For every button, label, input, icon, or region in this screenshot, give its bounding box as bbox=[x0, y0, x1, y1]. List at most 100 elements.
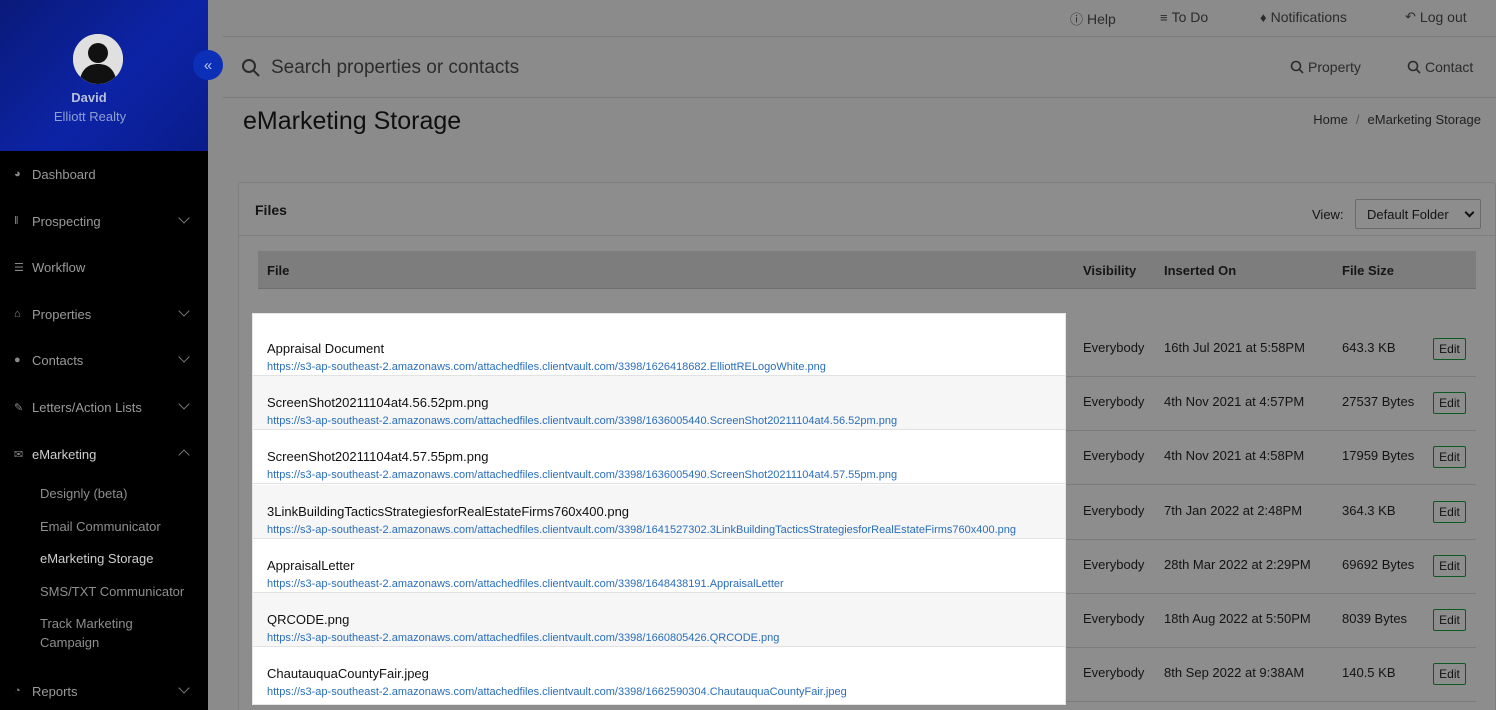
file-row: ScreenShot20211104at4.57.55pm.png https:… bbox=[253, 430, 1065, 484]
column-header-file-size[interactable]: File Size bbox=[1342, 263, 1394, 278]
sidebar-subitem-track-campaign[interactable]: Track Marketing Campaign bbox=[40, 614, 160, 652]
visibility-cell: Everybody bbox=[1083, 340, 1145, 355]
column-header-file[interactable]: File bbox=[267, 263, 289, 278]
visibility-cell: Everybody bbox=[1083, 557, 1145, 572]
inserted-cell: 4th Nov 2021 at 4:58PM bbox=[1164, 448, 1305, 463]
edit-button[interactable]: Edit bbox=[1433, 663, 1466, 685]
file-url-link[interactable]: https://s3-ap-southeast-2.amazonaws.com/… bbox=[267, 361, 826, 373]
breadcrumb-separator: / bbox=[1355, 112, 1360, 127]
home-icon: ⌂ bbox=[14, 308, 21, 320]
file-name: ChautauquaCountyFair.jpeg bbox=[267, 666, 429, 681]
breadcrumb-current: eMarketing Storage bbox=[1367, 112, 1481, 127]
user-name: David bbox=[71, 90, 107, 105]
file-name: Appraisal Document bbox=[267, 341, 385, 356]
visibility-cell: Everybody bbox=[1083, 503, 1145, 518]
file-url-link[interactable]: https://s3-ap-southeast-2.amazonaws.com/… bbox=[267, 632, 779, 644]
file-url-link[interactable]: https://s3-ap-southeast-2.amazonaws.com/… bbox=[267, 578, 784, 590]
file-name: 3LinkBuildingTacticsStrategiesforRealEst… bbox=[267, 504, 630, 519]
sidebar-item-letters[interactable]: ✎ Letters/Action Lists bbox=[0, 392, 208, 422]
sidebar-item-dashboard[interactable]: ◕ Dashboard bbox=[0, 159, 208, 189]
sidebar-item-reports[interactable]: ◔ Reports bbox=[0, 676, 208, 706]
file-url-link[interactable]: https://s3-ap-southeast-2.amazonaws.com/… bbox=[267, 415, 897, 427]
search-bar: Property Contact bbox=[223, 38, 1496, 98]
file-url-link[interactable]: https://s3-ap-southeast-2.amazonaws.com/… bbox=[267, 686, 847, 698]
chevron-down-icon bbox=[1464, 207, 1475, 218]
breadcrumb: Home / eMarketing Storage bbox=[1313, 112, 1481, 127]
size-cell: 69692 Bytes bbox=[1342, 557, 1415, 572]
file-name: QRCODE.png bbox=[267, 612, 350, 627]
double-chevron-left-icon: « bbox=[203, 56, 213, 74]
inserted-cell: 4th Nov 2021 at 4:57PM bbox=[1164, 394, 1305, 409]
profile-panel: David Elliott Realty bbox=[0, 0, 208, 151]
sidebar-item-contacts[interactable]: ● Contacts bbox=[0, 345, 208, 375]
sidebar-item-label: Prospecting bbox=[32, 213, 101, 229]
edit-button[interactable]: Edit bbox=[1433, 609, 1466, 631]
inserted-cell: 18th Aug 2022 at 5:50PM bbox=[1164, 611, 1311, 626]
notifications-link[interactable]: ♦ Notifications bbox=[1260, 9, 1347, 25]
file-url-link[interactable]: https://s3-ap-southeast-2.amazonaws.com/… bbox=[267, 524, 1016, 536]
sidebar-item-label: Workflow bbox=[32, 259, 86, 275]
sidebar-item-label: Dashboard bbox=[32, 166, 96, 182]
help-label: Help bbox=[1087, 10, 1116, 27]
file-row: 3LinkBuildingTacticsStrategiesforRealEst… bbox=[253, 485, 1065, 539]
notifications-label: Notifications bbox=[1270, 9, 1347, 25]
file-name: ScreenShot20211104at4.57.55pm.png bbox=[267, 449, 489, 464]
sidebar-item-label: Letters/Action Lists bbox=[32, 399, 142, 415]
sidebar-item-emarketing[interactable]: ✉ eMarketing bbox=[0, 439, 208, 469]
avatar[interactable] bbox=[73, 34, 123, 84]
breadcrumb-home[interactable]: Home bbox=[1313, 112, 1348, 127]
contact-search-link[interactable]: Contact bbox=[1407, 59, 1473, 75]
sidebar-item-label: Contacts bbox=[32, 352, 84, 368]
search-input[interactable] bbox=[271, 54, 971, 82]
sidebar-item-workflow[interactable]: ☰ Workflow bbox=[0, 252, 208, 282]
chevron-down-icon bbox=[178, 212, 190, 224]
inserted-cell: 28th Mar 2022 at 2:29PM bbox=[1164, 557, 1311, 572]
property-label: Property bbox=[1308, 59, 1361, 75]
todo-link[interactable]: ≡ To Do bbox=[1160, 9, 1208, 25]
files-card-title: Files bbox=[255, 202, 287, 218]
column-header-inserted-on[interactable]: Inserted On bbox=[1164, 263, 1236, 278]
contact-label: Contact bbox=[1425, 59, 1474, 75]
size-cell: 17959 Bytes bbox=[1342, 448, 1415, 463]
visibility-cell: Everybody bbox=[1083, 665, 1145, 680]
sidebar-item-label: Reports bbox=[32, 683, 78, 699]
sidebar-subitem-emarketing-storage[interactable]: eMarketing Storage bbox=[40, 549, 205, 568]
view-folder-select[interactable]: Default Folder bbox=[1355, 199, 1481, 229]
inserted-cell: 16th Jul 2021 at 5:58PM bbox=[1164, 340, 1305, 355]
size-cell: 643.3 KB bbox=[1342, 340, 1396, 355]
user-silhouette-icon bbox=[73, 34, 123, 84]
size-cell: 8039 Bytes bbox=[1342, 611, 1408, 626]
checklist-icon: ≡ bbox=[1160, 9, 1168, 25]
logout-icon: ↶ bbox=[1405, 9, 1416, 24]
edit-button[interactable]: Edit bbox=[1433, 338, 1466, 360]
file-row: QRCODE.png https://s3-ap-southeast-2.ama… bbox=[253, 593, 1065, 647]
chevron-down-icon bbox=[178, 305, 190, 317]
file-url-link[interactable]: https://s3-ap-southeast-2.amazonaws.com/… bbox=[267, 469, 897, 481]
property-search-link[interactable]: Property bbox=[1290, 59, 1361, 75]
chevron-down-icon bbox=[178, 398, 190, 410]
prospecting-icon: ‖ bbox=[14, 215, 19, 227]
files-table-header: File Visibility Inserted On File Size bbox=[258, 251, 1476, 289]
logout-link[interactable]: ↶ Log out bbox=[1405, 9, 1467, 25]
help-link[interactable]: ⓘ Help bbox=[1070, 9, 1116, 28]
edit-button[interactable]: Edit bbox=[1433, 555, 1466, 577]
sidebar-item-prospecting[interactable]: ‖ Prospecting bbox=[0, 206, 208, 236]
search-icon bbox=[1290, 60, 1304, 74]
file-row: AppraisalLetter https://s3-ap-southeast-… bbox=[253, 539, 1065, 593]
collapse-sidebar-button[interactable]: « bbox=[193, 50, 223, 80]
sidebar-item-properties[interactable]: ⌂ Properties bbox=[0, 299, 208, 329]
file-row: ScreenShot20211104at4.56.52pm.png https:… bbox=[253, 376, 1065, 430]
size-cell: 140.5 KB bbox=[1342, 665, 1396, 680]
info-icon: ⓘ bbox=[1070, 12, 1084, 27]
view-select-value: Default Folder bbox=[1367, 207, 1449, 222]
user-company: Elliott Realty bbox=[53, 109, 127, 124]
logout-label: Log out bbox=[1419, 9, 1467, 25]
edit-button[interactable]: Edit bbox=[1433, 446, 1466, 468]
sidebar-subitem-sms-communicator[interactable]: SMS/TXT Communicator bbox=[40, 582, 205, 601]
sidebar-subitem-designly[interactable]: Designly (beta) bbox=[40, 484, 205, 503]
sidebar-subitem-email-communicator[interactable]: Email Communicator bbox=[40, 517, 205, 536]
edit-button[interactable]: Edit bbox=[1433, 392, 1466, 414]
column-header-visibility[interactable]: Visibility bbox=[1083, 263, 1136, 278]
edit-button[interactable]: Edit bbox=[1433, 501, 1466, 523]
file-name: ScreenShot20211104at4.56.52pm.png bbox=[267, 395, 489, 410]
